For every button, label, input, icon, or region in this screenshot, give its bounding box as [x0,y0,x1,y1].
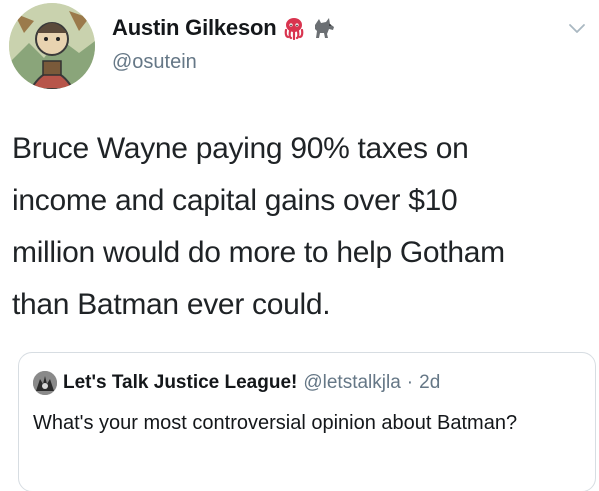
wolf-icon [312,16,336,40]
quoted-author-name[interactable]: Let's Talk Justice League! [63,372,297,394]
quoted-tweet-header: Let's Talk Justice League! @letstalkjla … [33,371,440,395]
author-avatar[interactable] [9,3,95,89]
tweet-text-line: million would do more to help Gotham [12,236,505,269]
tweet-text-line: Bruce Wayne paying 90% taxes on [12,132,469,165]
octopus-icon [282,16,306,41]
quoted-tweet[interactable]: Let's Talk Justice League! @letstalkjla … [18,352,596,491]
tweet-text: Bruce Wayne paying 90% taxes on income a… [12,123,572,331]
quoted-timestamp[interactable]: 2d [419,372,440,394]
quoted-author-avatar[interactable] [33,371,57,395]
quoted-author-handle[interactable]: @letstalkjla [303,372,400,394]
tweet-text-line: income and capital gains over $10 [12,184,458,217]
quoted-tweet-text: What's your most controversial opinion a… [33,412,518,434]
tweet-text-line: than Batman ever could. [12,288,331,321]
separator-dot: · [406,372,414,393]
tweet-card: Austin Gilkeson @osutein Bruce Wayne pay… [0,0,599,491]
chevron-down-icon[interactable] [568,22,586,36]
author-name-row: Austin Gilkeson [112,15,336,41]
author-display-name[interactable]: Austin Gilkeson [112,15,277,41]
author-handle[interactable]: @osutein [112,51,197,74]
